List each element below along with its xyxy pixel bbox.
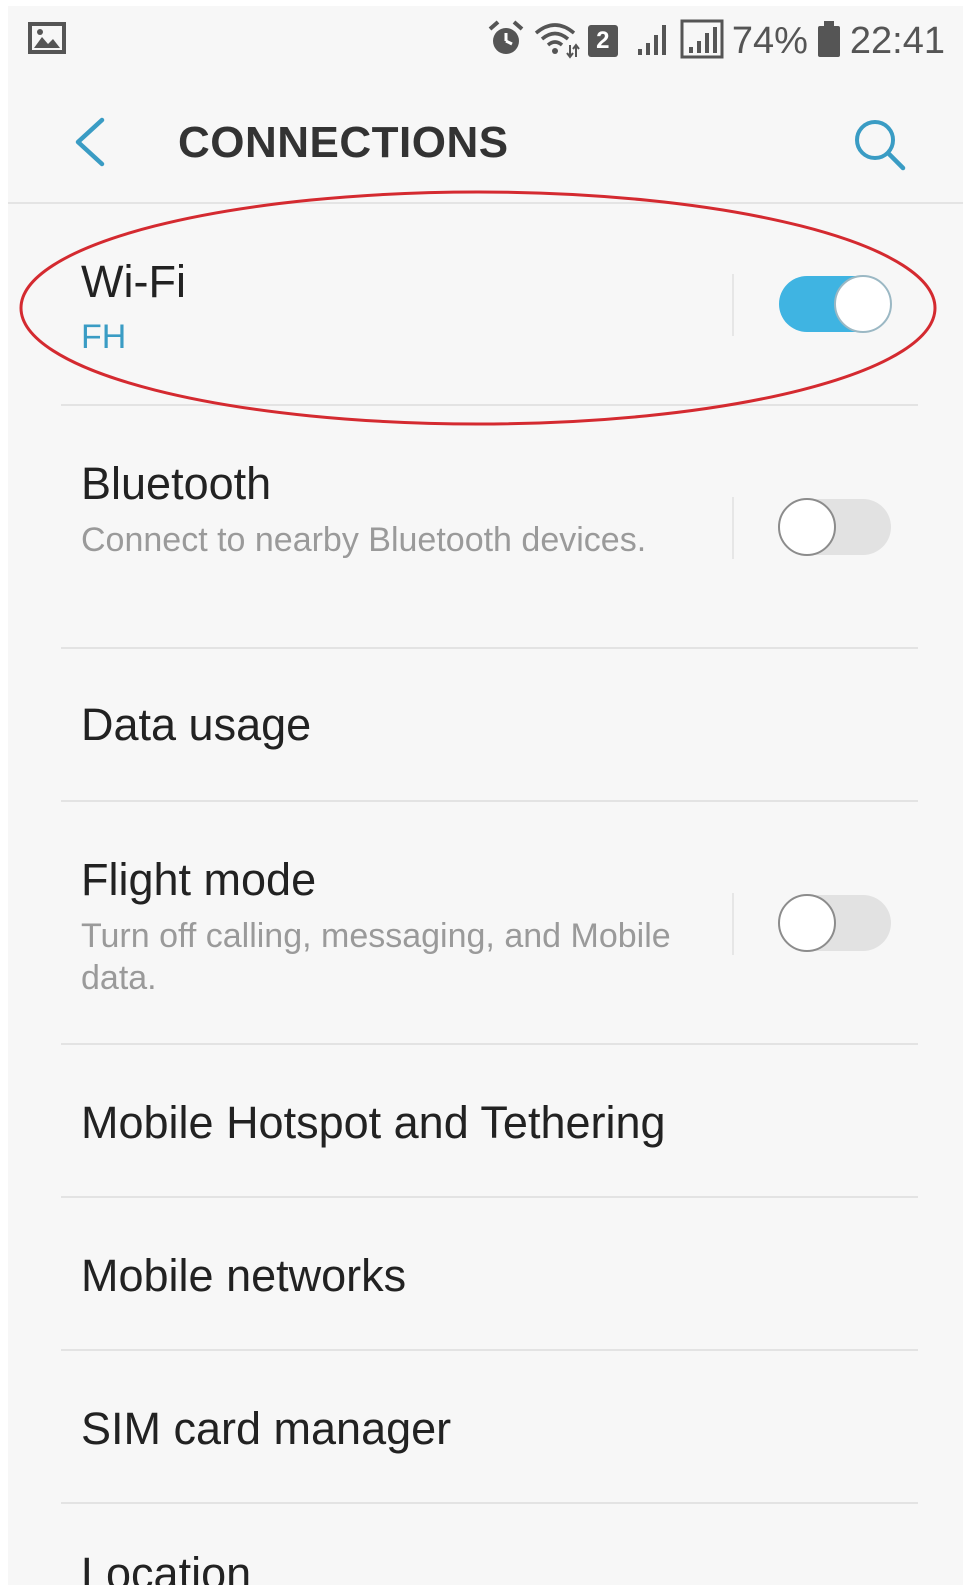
list-item-location[interactable]: Location <box>8 1504 963 1585</box>
battery-percent: 74% <box>731 19 808 62</box>
vertical-divider <box>732 497 734 559</box>
bluetooth-toggle[interactable] <box>778 498 891 556</box>
item-title: SIM card manager <box>81 1403 452 1454</box>
wifi-toggle[interactable] <box>779 275 892 333</box>
app-bar: CONNECTIONS <box>8 76 963 204</box>
connections-list: Wi-Fi FH Bluetooth Connect to nearby Blu… <box>8 204 963 1585</box>
item-subtitle: Turn off calling, messaging, and Mobile … <box>81 917 671 997</box>
list-item-data-usage[interactable]: Data usage <box>8 649 963 802</box>
item-title: Flight mode <box>81 854 317 905</box>
list-item-mobile-networks[interactable]: Mobile networks <box>8 1198 963 1351</box>
item-subtitle: Connect to nearby Bluetooth devices. <box>81 521 647 559</box>
item-title: Wi-Fi <box>81 256 186 307</box>
wifi-icon <box>534 19 580 64</box>
toggle-knob <box>778 498 836 556</box>
sim-badge-icon: 2 <box>587 25 618 57</box>
vertical-divider <box>732 274 734 336</box>
toggle-knob <box>834 275 892 333</box>
page-title: CONNECTIONS <box>178 118 509 167</box>
search-icon[interactable] <box>851 116 907 177</box>
list-item-sim-card-manager[interactable]: SIM card manager <box>8 1351 963 1504</box>
vertical-divider <box>732 893 734 955</box>
toggle-knob <box>778 894 836 952</box>
list-item-flight-mode[interactable]: Flight mode Turn off calling, messaging,… <box>8 802 963 1045</box>
battery-icon <box>816 19 842 64</box>
signal-icon <box>680 19 724 64</box>
status-bar: 2 74% 22:41 <box>8 6 963 74</box>
clock: 22:41 <box>849 19 945 62</box>
item-title: Bluetooth <box>81 458 272 509</box>
chevron-left-icon[interactable] <box>70 116 110 173</box>
item-title: Location <box>81 1548 252 1585</box>
list-item-wifi[interactable]: Wi-Fi FH <box>8 204 963 406</box>
list-item-bluetooth[interactable]: Bluetooth Connect to nearby Bluetooth de… <box>8 406 963 649</box>
gallery-icon <box>28 22 66 59</box>
signal-icon <box>636 21 672 62</box>
item-title: Mobile Hotspot and Tethering <box>81 1097 666 1148</box>
list-item-mobile-hotspot[interactable]: Mobile Hotspot and Tethering <box>8 1045 963 1198</box>
settings-screen: 2 74% 22:41 CONNECTIONS Wi-Fi FH Bluetoo… <box>8 6 963 1585</box>
item-subtitle: FH <box>81 318 127 356</box>
item-title: Data usage <box>81 699 312 750</box>
status-icons: 2 74% 22:41 <box>486 16 945 66</box>
alarm-icon <box>486 19 526 64</box>
item-title: Mobile networks <box>81 1250 407 1301</box>
flight-mode-toggle[interactable] <box>778 894 891 952</box>
